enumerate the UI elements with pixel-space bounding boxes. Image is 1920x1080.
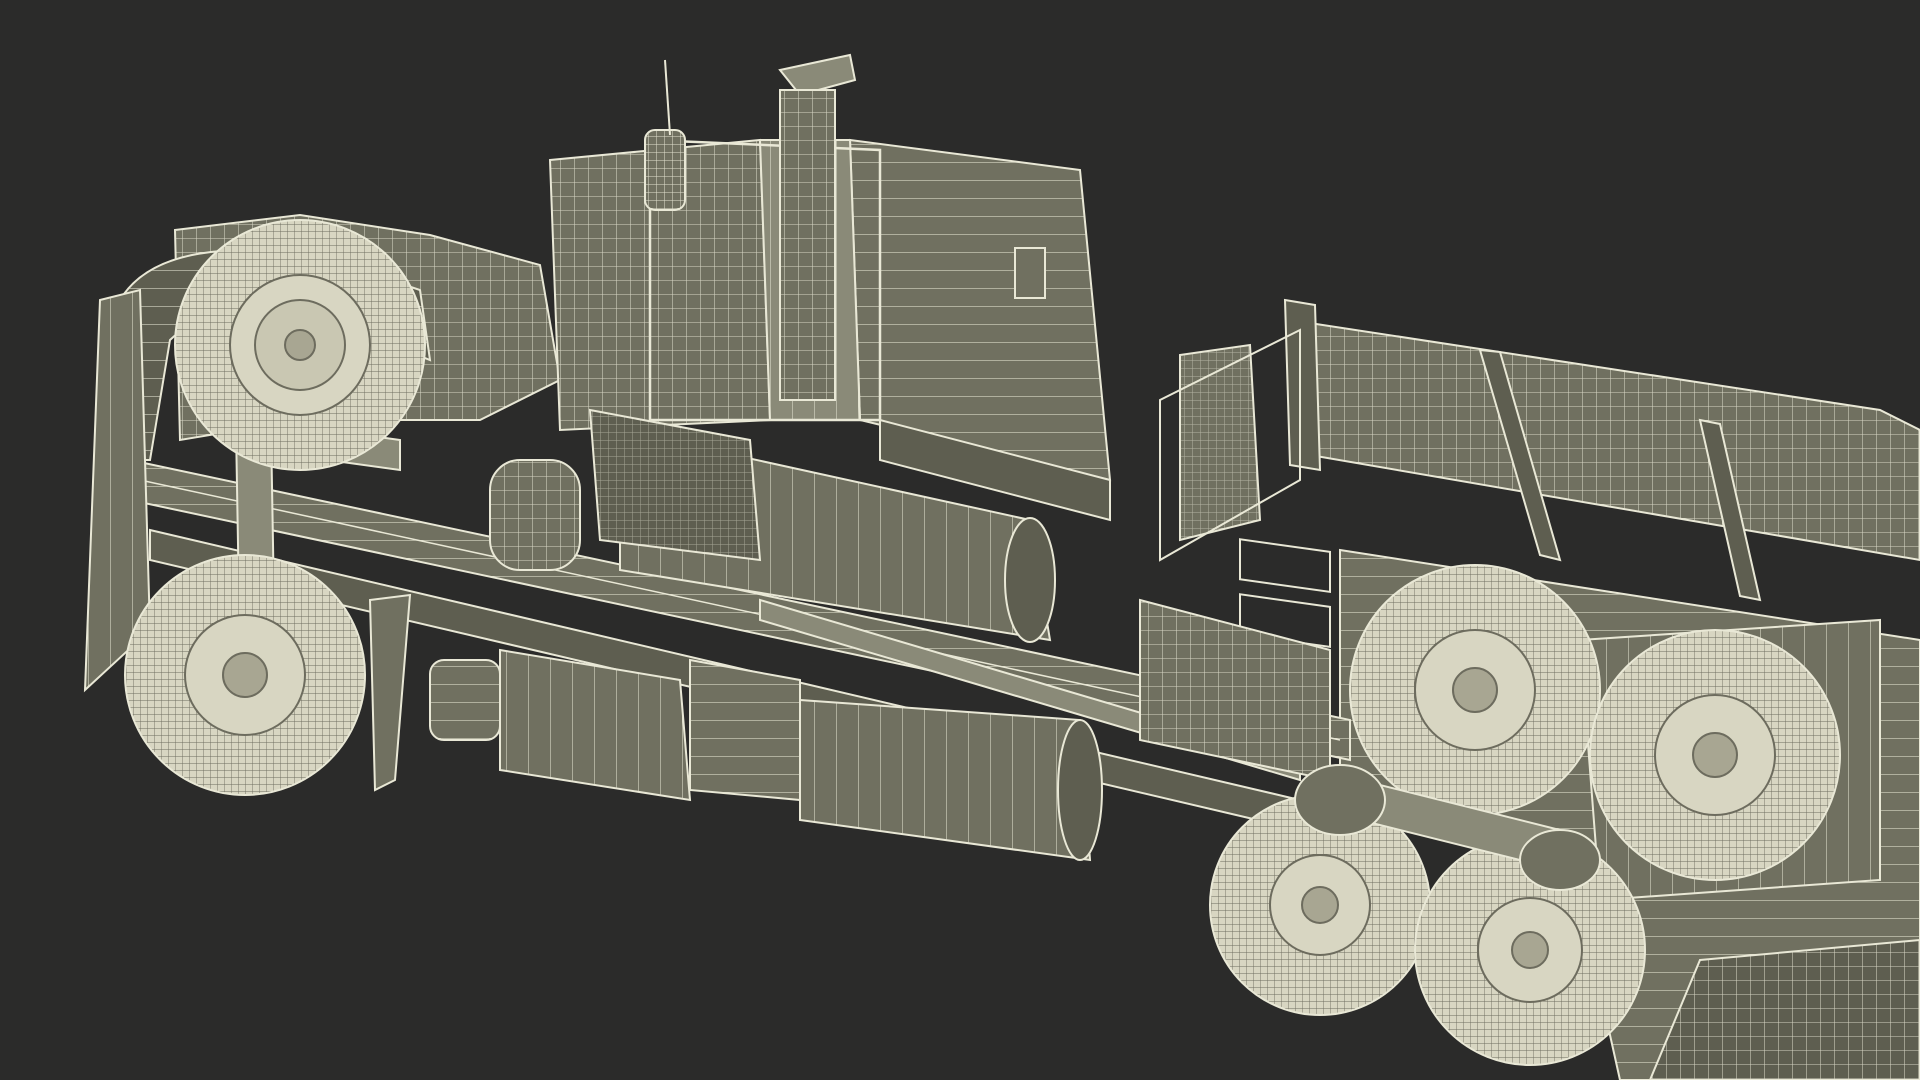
rear-wheel-1: [1349, 564, 1601, 816]
render-viewport: [0, 0, 1920, 1080]
mud-flap: [368, 593, 412, 792]
rear-wheel-2: [1589, 629, 1841, 881]
truck-wireframe-render: [83, 53, 1920, 1080]
front-wheel-upper: [174, 219, 426, 471]
front-wheel-lower: [124, 554, 366, 796]
